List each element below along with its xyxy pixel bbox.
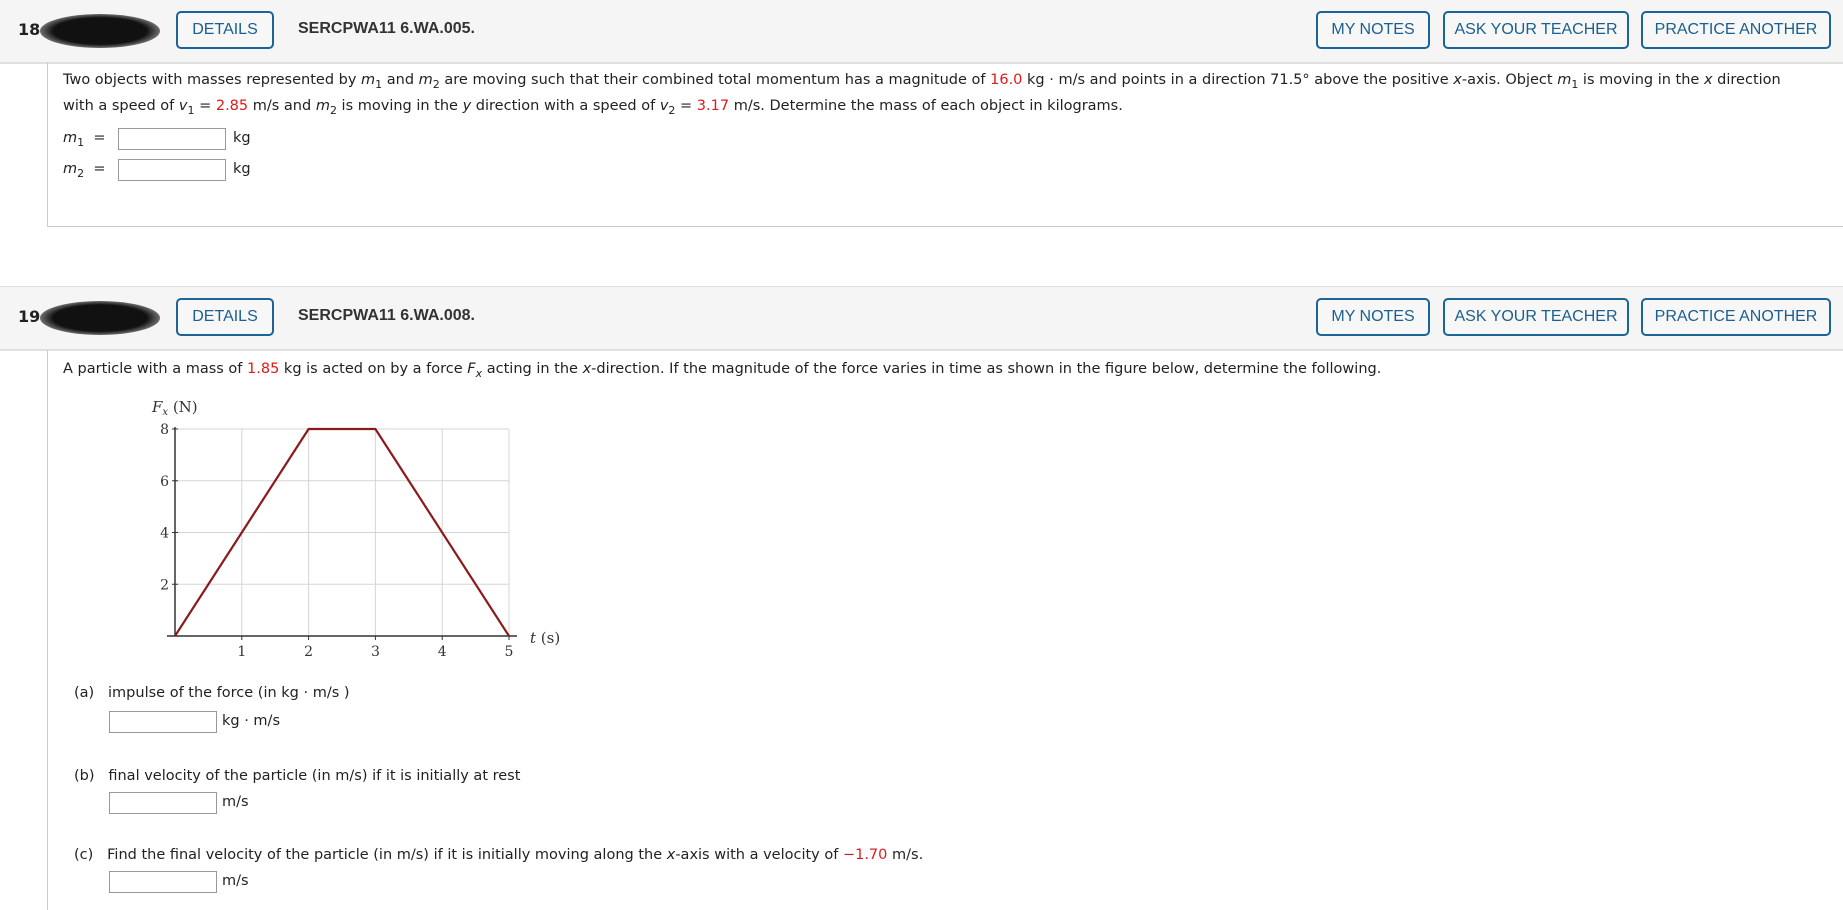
y-axis-label: Fx (N)	[151, 398, 198, 418]
redacted-points	[40, 14, 160, 48]
redacted-points	[40, 301, 160, 335]
practice-another-button[interactable]: PRACTICE ANOTHER	[1641, 298, 1831, 336]
velocity-rest-input[interactable]	[109, 792, 217, 814]
ask-your-teacher-button[interactable]: ASK YOUR TEACHER	[1443, 11, 1629, 49]
impulse-unit: kg · m/s	[222, 713, 280, 729]
m1-input[interactable]	[118, 128, 226, 150]
y-tick-label: 2	[160, 577, 169, 593]
details-button[interactable]: DETAILS	[176, 11, 274, 49]
q18-header: 18. DETAILS SERCPWA11 6.WA.005. MY NOTES…	[0, 0, 1843, 64]
velocity-rest-unit: m/s	[222, 794, 249, 810]
m2-unit: kg	[233, 161, 251, 177]
velocity-moving-input[interactable]	[109, 871, 217, 893]
q19-header: 19. DETAILS SERCPWA11 6.WA.008. MY NOTES…	[0, 286, 1843, 351]
impulse-input[interactable]	[109, 711, 217, 733]
practice-another-button[interactable]: PRACTICE ANOTHER	[1641, 11, 1831, 49]
m2-input[interactable]	[118, 159, 226, 181]
details-button[interactable]: DETAILS	[176, 298, 274, 336]
force-time-graph: 1 2 3 4 5 2 4 6 8 Fx (N) t (s)	[151, 398, 560, 660]
question-code: SERCPWA11 6.WA.008.	[298, 307, 475, 324]
x-tick-label: 2	[304, 644, 313, 660]
y-tick-label: 6	[160, 474, 169, 490]
my-notes-button[interactable]: MY NOTES	[1316, 298, 1430, 336]
y-tick-label: 8	[160, 422, 169, 438]
m1-unit: kg	[233, 130, 251, 146]
x-tick-label: 3	[371, 644, 380, 660]
x-axis-label: t (s)	[530, 629, 560, 647]
velocity-moving-unit: m/s	[222, 873, 249, 889]
q19-text: A particle with a mass of 1.85 kg is act…	[63, 361, 1382, 380]
q18-text-line1: Two objects with masses represented by m…	[63, 72, 1781, 91]
x-tick-label: 1	[237, 644, 246, 660]
part-c-text: (c) Find the final velocity of the parti…	[74, 847, 924, 863]
part-a-text: (a) impulse of the force (in kg · m/s )	[74, 685, 350, 701]
my-notes-button[interactable]: MY NOTES	[1316, 11, 1430, 49]
part-b-text: (b) final velocity of the particle (in m…	[74, 768, 521, 784]
q19-body-border	[47, 350, 48, 910]
x-tick-label: 4	[438, 644, 447, 660]
x-tick-label: 5	[505, 644, 514, 660]
y-tick-label: 4	[160, 526, 169, 542]
m2-label: m2 =	[63, 161, 106, 180]
question-code: SERCPWA11 6.WA.005.	[298, 20, 475, 37]
ask-your-teacher-button[interactable]: ASK YOUR TEACHER	[1443, 298, 1629, 336]
m1-label: m1 =	[63, 130, 106, 149]
q18-text-line2: with a speed of v1 = 2.85 m/s and m2 is …	[63, 98, 1123, 117]
